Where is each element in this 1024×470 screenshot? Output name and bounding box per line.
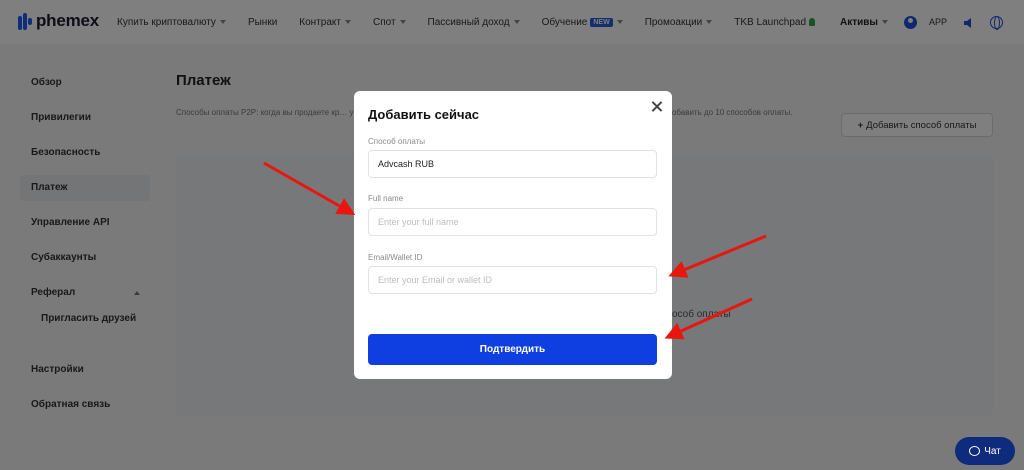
chat-bubble-icon (969, 446, 981, 456)
confirm-button[interactable]: Подтвердить (368, 334, 657, 365)
payment-method-field[interactable]: Advcash RUB (368, 150, 657, 178)
payment-method-label: Способ оплаты (368, 137, 426, 146)
modal-title: Добавить сейчас (368, 107, 480, 122)
chat-button[interactable]: Чат (955, 437, 1015, 465)
email-wallet-input[interactable] (368, 266, 657, 294)
close-icon[interactable] (651, 101, 662, 112)
full-name-label: Full name (368, 194, 404, 203)
chat-label: Чат (984, 445, 1001, 457)
add-payment-modal: Добавить сейчас Способ оплаты Advcash RU… (354, 91, 672, 379)
email-wallet-label: Email/Wallet ID (368, 253, 423, 262)
full-name-input[interactable] (368, 208, 657, 236)
